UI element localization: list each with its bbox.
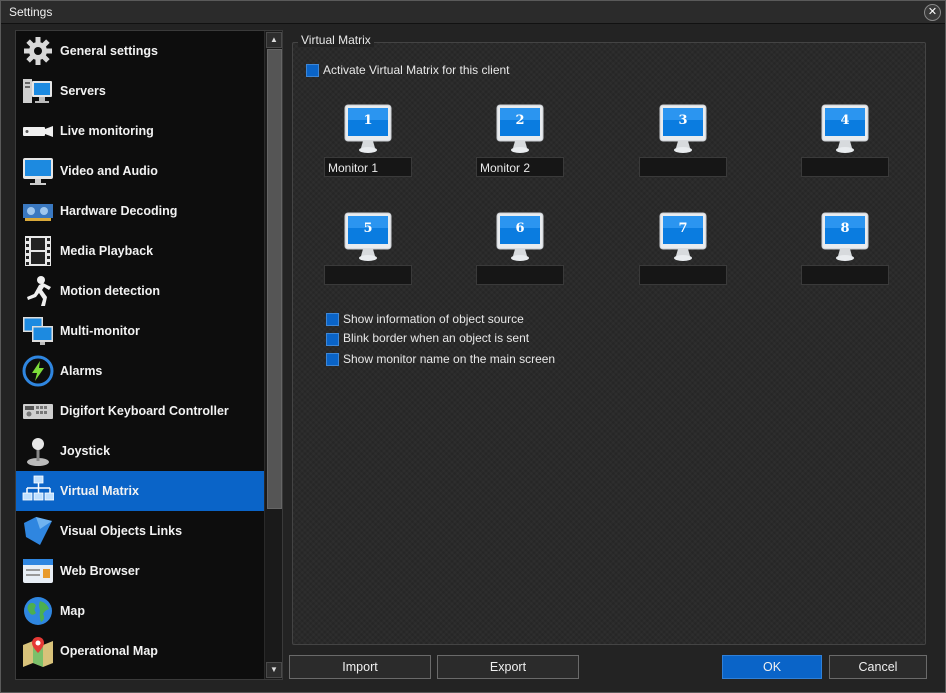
monitor-number: 1 xyxy=(363,113,373,128)
sidebar-item-hardware-decoding[interactable]: Hardware Decoding xyxy=(16,191,264,231)
sidebar-scrollbar[interactable]: ▲ ▼ xyxy=(264,31,282,679)
sidebar-item-motion-detection[interactable]: Motion detection xyxy=(16,271,264,311)
sidebar-item-label: Servers xyxy=(60,84,106,98)
title-bar: Settings ✕ xyxy=(1,1,945,24)
monitor-number: 4 xyxy=(840,113,850,128)
sidebar-item-joystick[interactable]: Joystick xyxy=(16,431,264,471)
sidebar-item-label: Media Playback xyxy=(60,244,154,258)
keyboard-controller-icon xyxy=(23,404,53,419)
sidebar-item-operational-map[interactable]: Operational Map xyxy=(16,631,264,671)
close-button[interactable]: ✕ xyxy=(924,4,941,21)
sidebar-item-label: General settings xyxy=(60,44,158,58)
sidebar-item-map[interactable]: Map xyxy=(16,591,264,631)
import-button[interactable]: Import xyxy=(289,655,431,679)
browser-window-icon xyxy=(23,559,53,583)
sidebar-item-label: Virtual Matrix xyxy=(60,484,139,498)
window-title: Settings xyxy=(9,5,53,19)
multi-monitor-icon xyxy=(23,317,53,345)
monitor-4-name-field[interactable] xyxy=(801,157,889,177)
monitor-5-name-field[interactable] xyxy=(324,265,412,285)
monitor-number: 6 xyxy=(515,221,525,236)
sidebar-item-general-settings[interactable]: General settings xyxy=(16,31,264,71)
sidebar-item-label: Joystick xyxy=(60,444,111,458)
scroll-up-arrow-icon[interactable]: ▲ xyxy=(266,32,282,48)
sidebar-item-servers[interactable]: Servers xyxy=(16,71,264,111)
monitor-number: 3 xyxy=(678,113,688,128)
blink-border-label: Blink border when an object is sent xyxy=(343,331,530,345)
servers-icon xyxy=(23,79,52,103)
sidebar-item-digifort-keyboard-controller[interactable]: Digifort Keyboard Controller xyxy=(16,391,264,431)
activate-virtual-matrix-checkbox[interactable] xyxy=(306,64,319,77)
sidebar-item-label: Live monitoring xyxy=(60,124,154,138)
monitor-6-icon[interactable]: 6 xyxy=(496,212,544,262)
monitor-7-name-field[interactable] xyxy=(639,265,727,285)
show-monitor-name-label: Show monitor name on the main screen xyxy=(343,352,556,366)
sidebar-item-label: Multi-monitor xyxy=(60,324,140,338)
monitor-number: 5 xyxy=(363,221,373,236)
export-button[interactable]: Export xyxy=(437,655,579,679)
sidebar-item-alarms[interactable]: Alarms xyxy=(16,351,264,391)
monitor-4-icon[interactable]: 4 xyxy=(821,104,869,154)
gpu-card-icon xyxy=(23,204,53,221)
cancel-button[interactable]: Cancel xyxy=(829,655,927,679)
sidebar-item-label: Map xyxy=(60,604,85,618)
sidebar-item-label: Video and Audio xyxy=(60,164,158,178)
sidebar-item-label: Hardware Decoding xyxy=(60,204,178,218)
sidebar-item-visual-objects-links[interactable]: Visual Objects Links xyxy=(16,511,264,551)
monitor-1-name-field[interactable]: Monitor 1 xyxy=(324,157,412,177)
monitor-3-icon[interactable]: 3 xyxy=(659,104,707,154)
sidebar-item-live-monitoring[interactable]: Live monitoring xyxy=(16,111,264,151)
monitor-number: 7 xyxy=(678,221,688,236)
visual-objects-icon xyxy=(24,517,52,545)
sidebar-item-label: Alarms xyxy=(60,364,103,378)
sidebar-item-multi-monitor[interactable]: Multi-monitor xyxy=(16,311,264,351)
monitor-number: 8 xyxy=(840,221,850,236)
sidebar-item-virtual-matrix[interactable]: Virtual Matrix xyxy=(16,471,264,511)
group-title: Virtual Matrix xyxy=(298,33,374,47)
monitor-3-name-field[interactable] xyxy=(639,157,727,177)
monitor-2-icon[interactable]: 2 xyxy=(496,104,544,154)
monitor-8-name-field[interactable] xyxy=(801,265,889,285)
monitor-number: 2 xyxy=(515,113,525,128)
lightning-alarm-icon xyxy=(22,355,54,387)
sidebar-item-label: Operational Map xyxy=(60,644,158,658)
network-matrix-icon xyxy=(22,475,54,501)
running-figure-icon xyxy=(27,276,51,306)
film-strip-icon xyxy=(25,236,51,266)
scroll-down-arrow-icon[interactable]: ▼ xyxy=(266,662,282,678)
ok-button[interactable]: OK xyxy=(722,655,822,679)
monitor-5-icon[interactable]: 5 xyxy=(344,212,392,262)
monitor-7-icon[interactable]: 7 xyxy=(659,212,707,262)
joystick-icon xyxy=(27,438,49,466)
sidebar-item-label: Visual Objects Links xyxy=(60,524,183,538)
map-pin-icon xyxy=(23,637,53,667)
show-object-source-checkbox[interactable] xyxy=(326,313,339,326)
monitor-8-icon[interactable]: 8 xyxy=(821,212,869,262)
camera-icon xyxy=(23,126,53,137)
scroll-thumb[interactable] xyxy=(267,49,282,509)
gear-icon xyxy=(24,37,52,65)
sidebar-item-video-and-audio[interactable]: Video and Audio xyxy=(16,151,264,191)
monitor-2-name-field[interactable]: Monitor 2 xyxy=(476,157,564,177)
sidebar-item-label: Motion detection xyxy=(60,284,160,298)
blink-border-checkbox[interactable] xyxy=(326,333,339,346)
sidebar-item-label: Web Browser xyxy=(60,564,140,578)
sidebar-item-web-browser[interactable]: Web Browser xyxy=(16,551,264,591)
settings-sidebar: General settings Servers Live monitoring… xyxy=(15,30,283,680)
display-icon xyxy=(23,158,53,185)
activate-virtual-matrix-label: Activate Virtual Matrix for this client xyxy=(323,63,510,77)
show-monitor-name-checkbox[interactable] xyxy=(326,353,339,366)
globe-icon xyxy=(24,597,52,625)
sidebar-item-media-playback[interactable]: Media Playback xyxy=(16,231,264,271)
sidebar-item-label: Digifort Keyboard Controller xyxy=(60,404,229,418)
monitor-1-icon[interactable]: 1 xyxy=(344,104,392,154)
show-object-source-label: Show information of object source xyxy=(343,312,524,326)
monitor-6-name-field[interactable] xyxy=(476,265,564,285)
